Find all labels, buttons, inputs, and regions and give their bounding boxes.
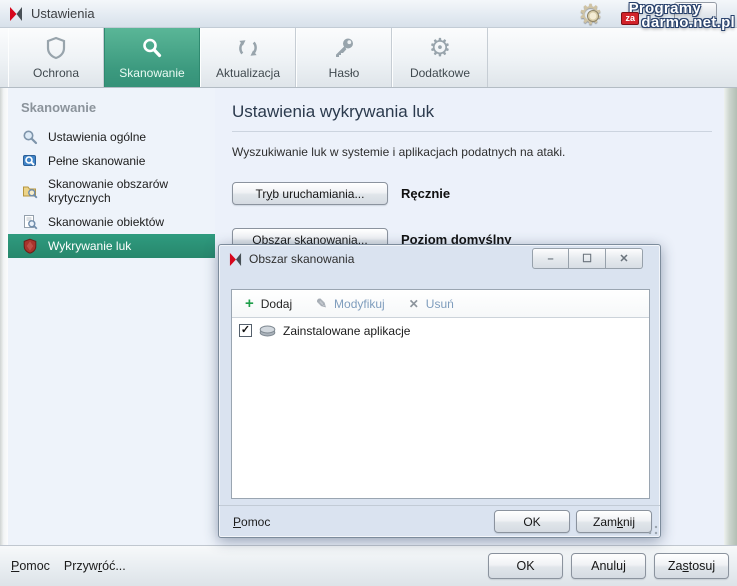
window-right-frame <box>723 88 737 545</box>
cancel-button[interactable]: Anuluj <box>571 553 646 579</box>
window-title: Ustawienia <box>31 6 95 21</box>
tab-label: Skanowanie <box>119 66 184 80</box>
add-button[interactable]: + Dodaj <box>245 297 292 311</box>
run-mode-button[interactable]: Tryb uruchamiania... <box>232 182 388 205</box>
gear-icon: ⚙ <box>429 32 451 60</box>
tab-label: Dodatkowe <box>410 66 470 80</box>
watermark: ⚙ Programy za darmo.net.pl <box>562 0 737 38</box>
sidebar-item-label: Skanowanie obiektów <box>48 215 164 229</box>
run-mode-value: Ręcznie <box>401 186 450 201</box>
tab-aktualizacja[interactable]: Aktualizacja <box>200 28 296 87</box>
list-item[interactable]: ✓ Zainstalowane aplikacje <box>232 318 649 343</box>
dialog-ok-button[interactable]: OK <box>494 510 570 533</box>
shield-icon <box>45 32 67 60</box>
kaspersky-logo-icon <box>9 7 23 21</box>
tab-ochrona[interactable]: Ochrona <box>8 28 104 87</box>
modify-button[interactable]: ✎ Modyfikuj <box>316 296 385 312</box>
dialog-help-link[interactable]: Pomoc <box>233 515 270 529</box>
bottom-bar: Pomoc Przywróć... OK Anuluj Zastosuj <box>0 545 737 586</box>
list-toolbar: + Dodaj ✎ Modyfikuj ✕ Usuń <box>232 290 649 318</box>
tab-skanowanie[interactable]: Skanowanie <box>104 28 200 87</box>
folder-scan-icon <box>22 183 38 199</box>
resize-grip[interactable] <box>648 525 658 535</box>
page-title: Ustawienia wykrywania luk <box>232 102 712 132</box>
red-shield-icon <box>22 238 38 254</box>
watermark-line2: darmo.net.pl <box>641 14 735 31</box>
settings-window: Ustawienia ✕ ⚙ Programy za darmo.net.pl … <box>0 0 737 586</box>
kaspersky-logo-icon <box>229 253 242 266</box>
sidebar-item-wykrywanie-luk[interactable]: Wykrywanie luk <box>8 234 215 258</box>
sidebar-item-label: Pełne skanowanie <box>48 154 145 168</box>
dialog-minimize-button[interactable]: – <box>532 248 569 269</box>
tab-haslo[interactable]: Hasło <box>296 28 392 87</box>
plus-icon: + <box>245 298 254 310</box>
run-mode-row: Tryb uruchamiania... Ręcznie <box>232 182 712 205</box>
watermark-badge: za <box>621 12 639 25</box>
sidebar: Skanowanie Ustawienia ogólne Pełne skano… <box>8 88 215 545</box>
scan-scope-list: + Dodaj ✎ Modyfikuj ✕ Usuń ✓ Zainstalowa… <box>231 289 650 499</box>
refresh-icon <box>236 32 260 60</box>
help-link[interactable]: Pomoc <box>11 559 50 573</box>
minimize-icon: – <box>547 253 553 265</box>
document-scan-icon <box>22 214 38 230</box>
sidebar-item-skanowanie-obiektow[interactable]: Skanowanie obiektów <box>8 210 215 234</box>
page-description: Wyszukiwanie luk w systemie i aplikacjac… <box>232 145 712 159</box>
dialog-maximize-button[interactable]: ☐ <box>569 248 606 269</box>
sidebar-item-label: Ustawienia ogólne <box>48 130 146 144</box>
remove-button[interactable]: ✕ Usuń <box>409 297 454 311</box>
dialog-window-controls: – ☐ ✕ <box>532 248 643 269</box>
dialog-close-button[interactable]: ✕ <box>606 248 643 269</box>
list-item-label: Zainstalowane aplikacje <box>283 324 410 338</box>
window-left-frame <box>0 88 8 545</box>
sidebar-item-label: Wykrywanie luk <box>48 239 131 253</box>
dialog-close-action-button[interactable]: Zamknij <box>576 510 652 533</box>
check-icon: ✓ <box>241 325 250 336</box>
magnifier-icon <box>140 32 164 60</box>
x-icon: ✕ <box>409 297 419 311</box>
tab-label: Hasło <box>329 66 360 80</box>
scan-scope-dialog: Obszar skanowania – ☐ ✕ + Dodaj ✎ Modyfi… <box>218 244 661 538</box>
restore-link[interactable]: Przywróć... <box>64 559 126 573</box>
key-icon <box>332 32 356 60</box>
tab-label: Ochrona <box>33 66 79 80</box>
bottom-links: Pomoc Przywróć... <box>11 559 126 573</box>
sidebar-header: Skanowanie <box>8 100 215 115</box>
checkbox-checked[interactable]: ✓ <box>239 324 252 337</box>
tab-dodatkowe[interactable]: ⚙ Dodatkowe <box>392 28 488 87</box>
pencil-icon: ✎ <box>316 296 327 312</box>
close-icon: ✕ <box>619 252 628 265</box>
installed-apps-icon <box>259 324 276 337</box>
tab-label: Aktualizacja <box>216 66 280 80</box>
magnifier-icon <box>22 129 38 145</box>
maximize-icon: ☐ <box>582 252 592 265</box>
apply-button[interactable]: Zastosuj <box>654 553 729 579</box>
sidebar-item-ustawienia-ogolne[interactable]: Ustawienia ogólne <box>8 125 215 149</box>
sidebar-item-pelne-skanowanie[interactable]: Pełne skanowanie <box>8 149 215 173</box>
sidebar-item-label: Skanowanie obszarów krytycznych <box>48 177 188 206</box>
screen-scan-icon <box>22 153 38 169</box>
sidebar-item-skanowanie-obszarow-krytycznych[interactable]: Skanowanie obszarów krytycznych <box>8 173 215 210</box>
watermark-coin-icon <box>587 10 599 22</box>
ok-button[interactable]: OK <box>488 553 563 579</box>
dialog-title: Obszar skanowania <box>249 252 354 266</box>
dialog-footer: Pomoc OK Zamknij <box>219 505 660 537</box>
